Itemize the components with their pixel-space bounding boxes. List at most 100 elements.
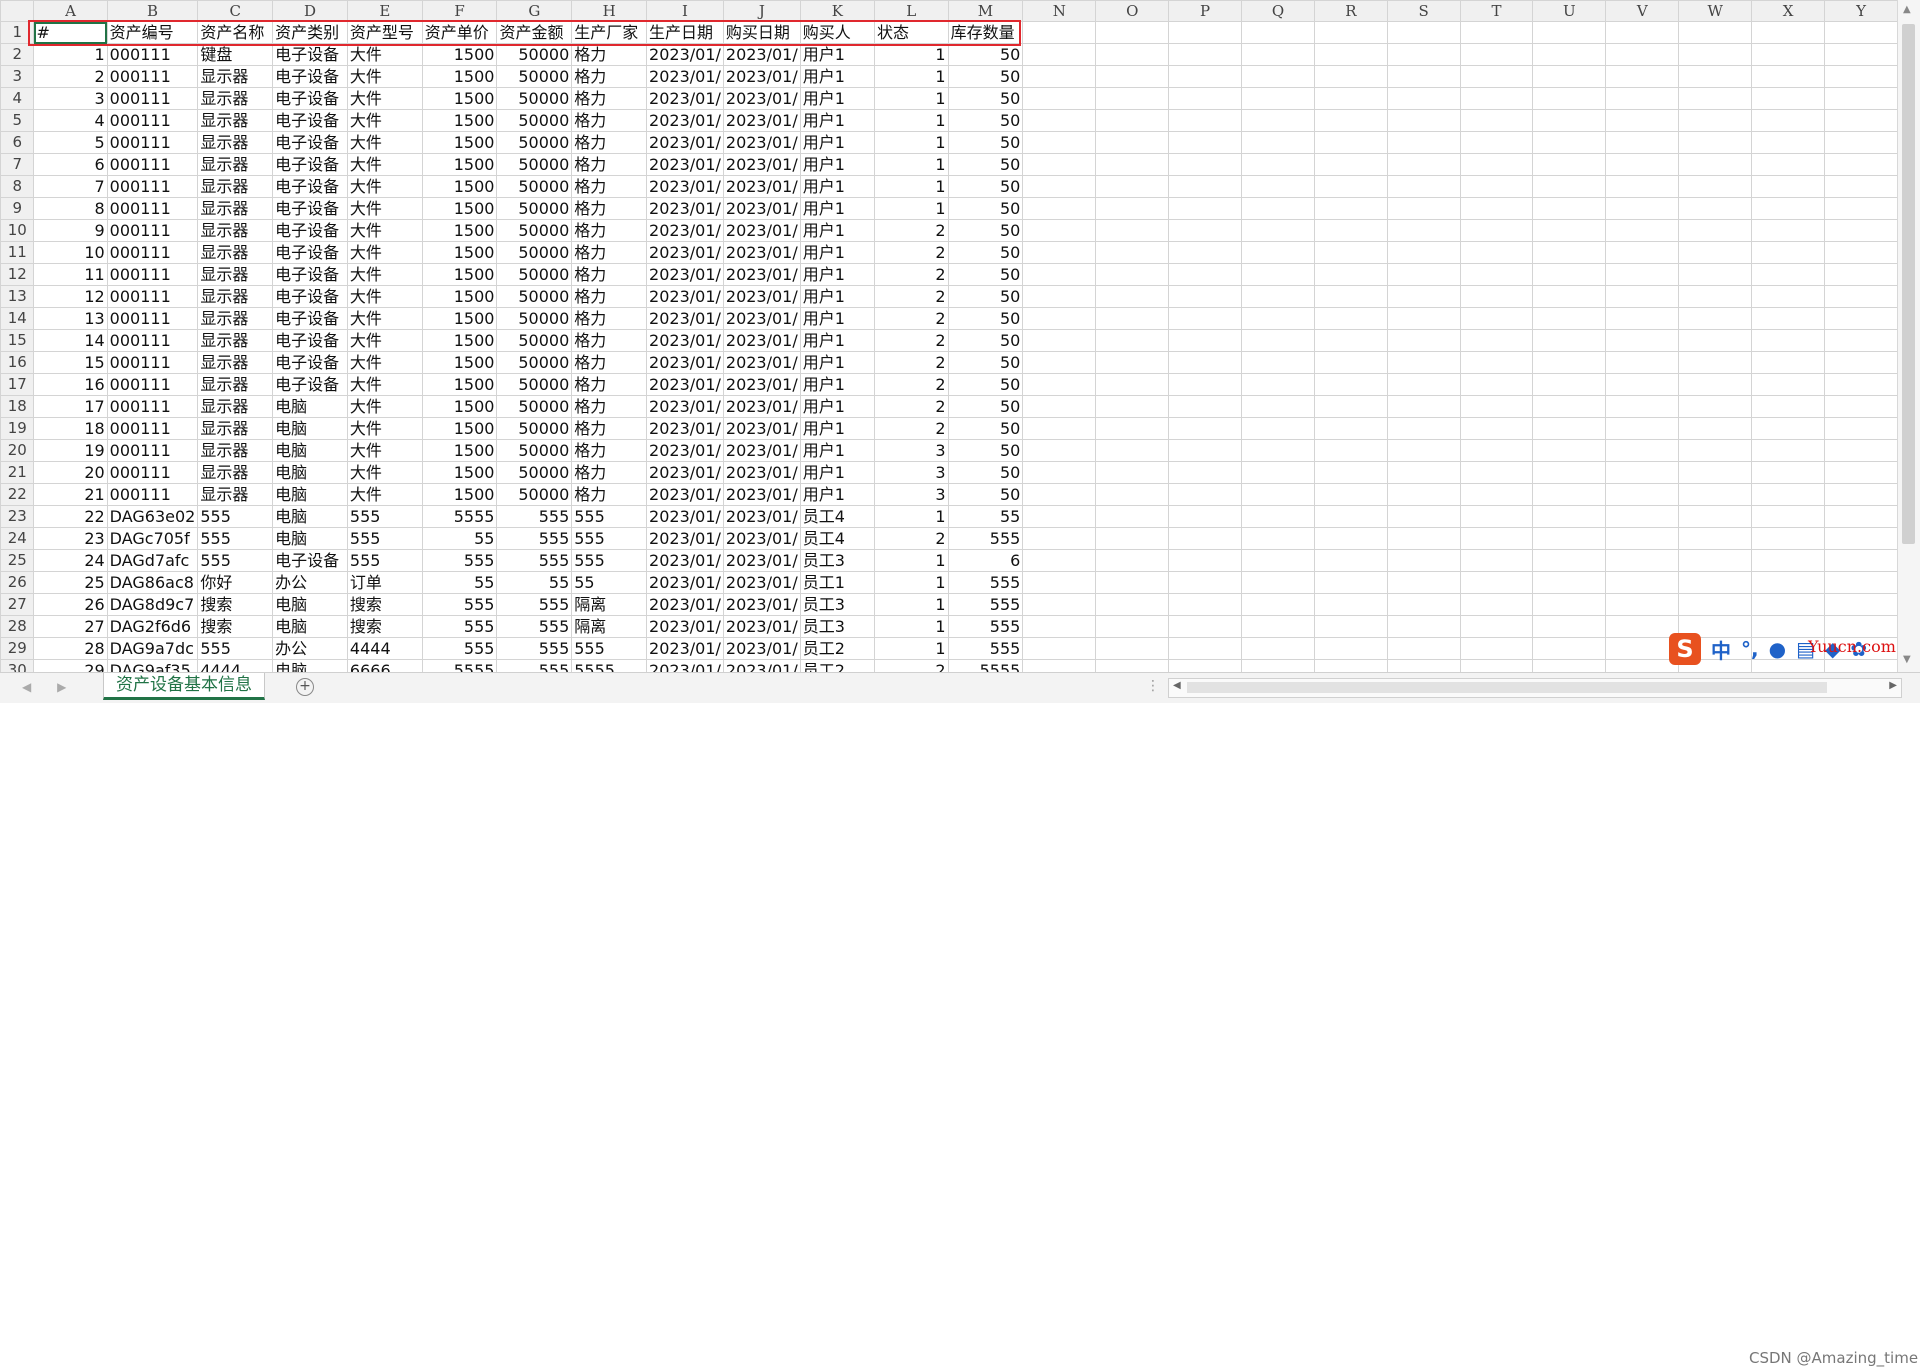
cell[interactable]: 2023/01/ — [722, 153, 801, 176]
row-header[interactable]: 24 — [0, 527, 35, 550]
cell[interactable]: 格力 — [571, 219, 648, 242]
cell[interactable] — [1751, 175, 1826, 198]
cell[interactable] — [1095, 153, 1170, 176]
cell[interactable] — [1168, 153, 1243, 176]
cell[interactable]: 1500 — [421, 395, 498, 418]
cell[interactable] — [1095, 43, 1170, 66]
cell[interactable] — [1313, 439, 1388, 462]
cell[interactable]: 2023/01/ — [722, 439, 801, 462]
cell[interactable]: 电子设备 — [272, 219, 348, 242]
header-cell[interactable]: 资产金额 — [496, 21, 573, 44]
cell[interactable] — [1241, 109, 1315, 132]
cell[interactable]: 50000 — [496, 109, 573, 132]
header-cell[interactable]: 资产编号 — [106, 21, 199, 44]
cell[interactable]: 1 — [873, 87, 949, 110]
cell[interactable] — [1678, 329, 1753, 352]
cell[interactable] — [1095, 307, 1170, 330]
cell[interactable]: 2023/01/ — [722, 527, 801, 550]
cell[interactable] — [1313, 43, 1388, 66]
cell[interactable] — [1386, 131, 1461, 154]
cell[interactable] — [1241, 153, 1315, 176]
cell[interactable]: 显示器 — [197, 197, 274, 220]
cell[interactable]: 用户1 — [799, 241, 875, 264]
row-header[interactable]: 20 — [0, 439, 35, 462]
cell[interactable]: 用户1 — [799, 175, 875, 198]
cell[interactable]: 2023/01/ — [722, 373, 801, 396]
cell[interactable] — [1605, 527, 1680, 550]
cell[interactable]: 000111 — [106, 219, 199, 242]
sogou-logo-icon[interactable]: S — [1669, 633, 1701, 665]
cell[interactable] — [1751, 131, 1826, 154]
cell[interactable] — [1459, 527, 1534, 550]
cell[interactable] — [1751, 505, 1826, 528]
cell[interactable]: DAG9a7dc — [106, 637, 199, 660]
cell[interactable]: 50000 — [496, 197, 573, 220]
header-cell[interactable] — [1313, 21, 1388, 44]
cell[interactable]: 2023/01/ — [646, 175, 724, 198]
column-header-i[interactable]: I — [646, 0, 724, 22]
cell[interactable]: 2023/01/ — [722, 109, 801, 132]
cell[interactable]: 1500 — [421, 153, 498, 176]
cell[interactable] — [1313, 131, 1388, 154]
cell[interactable]: 555 — [421, 593, 498, 616]
cell[interactable]: 电子设备 — [272, 65, 348, 88]
cell[interactable] — [1459, 417, 1534, 440]
cell[interactable] — [1168, 351, 1243, 374]
cell[interactable]: 1500 — [421, 131, 498, 154]
cell[interactable] — [1459, 219, 1534, 242]
cell[interactable] — [1459, 571, 1534, 594]
cell[interactable] — [1678, 417, 1753, 440]
cell[interactable]: 50000 — [496, 65, 573, 88]
cell[interactable] — [1386, 527, 1461, 550]
cell[interactable] — [1605, 461, 1680, 484]
cell[interactable] — [1678, 593, 1753, 616]
cell[interactable]: DAG9af35 — [106, 659, 199, 672]
cell[interactable]: 隔离 — [571, 593, 648, 616]
cell[interactable]: 2023/01/ — [722, 197, 801, 220]
cell[interactable] — [1605, 659, 1680, 672]
cell[interactable]: 1500 — [421, 461, 498, 484]
cell[interactable]: 555 — [197, 637, 274, 660]
cell[interactable] — [1022, 65, 1097, 88]
cell[interactable] — [1313, 241, 1388, 264]
cell[interactable]: 2023/01/ — [646, 395, 724, 418]
cell[interactable] — [1751, 87, 1826, 110]
cell[interactable]: 2023/01/ — [722, 659, 801, 672]
cell[interactable]: 用户1 — [799, 329, 875, 352]
cell[interactable]: 1 — [873, 43, 949, 66]
cell[interactable]: 000111 — [106, 329, 199, 352]
row-header[interactable]: 2 — [0, 43, 35, 66]
column-header-a[interactable]: A — [33, 0, 108, 22]
cell[interactable] — [1459, 659, 1534, 672]
cell[interactable] — [1678, 153, 1753, 176]
cell[interactable] — [1751, 263, 1826, 286]
cell[interactable]: 7 — [33, 175, 108, 198]
cell[interactable]: 27 — [33, 615, 108, 638]
cell[interactable] — [1605, 439, 1680, 462]
cell[interactable]: 员工3 — [799, 615, 875, 638]
column-header-j[interactable]: J — [722, 0, 801, 22]
cell[interactable]: 1 — [873, 637, 949, 660]
cell[interactable] — [1824, 571, 1898, 594]
cell[interactable] — [1241, 659, 1315, 672]
cell[interactable]: 你好 — [197, 571, 274, 594]
cell[interactable]: 555 — [197, 527, 274, 550]
cell[interactable]: 50 — [947, 43, 1024, 66]
cell[interactable] — [1022, 263, 1097, 286]
column-header-h[interactable]: H — [571, 0, 648, 22]
cell[interactable] — [1386, 637, 1461, 660]
cell[interactable]: 显示器 — [197, 153, 274, 176]
cell[interactable]: 电子设备 — [272, 175, 348, 198]
cell[interactable]: 2 — [873, 659, 949, 672]
cell[interactable] — [1459, 197, 1534, 220]
cell[interactable]: 电子设备 — [272, 43, 348, 66]
cell[interactable] — [1532, 263, 1607, 286]
cell[interactable]: 2 — [873, 417, 949, 440]
cell[interactable]: 50 — [947, 439, 1024, 462]
cell[interactable]: 50 — [947, 87, 1024, 110]
cell[interactable]: 50000 — [496, 373, 573, 396]
cell[interactable]: 格力 — [571, 439, 648, 462]
cell[interactable]: 2023/01/ — [646, 153, 724, 176]
cell[interactable] — [1605, 593, 1680, 616]
cell[interactable] — [1605, 483, 1680, 506]
